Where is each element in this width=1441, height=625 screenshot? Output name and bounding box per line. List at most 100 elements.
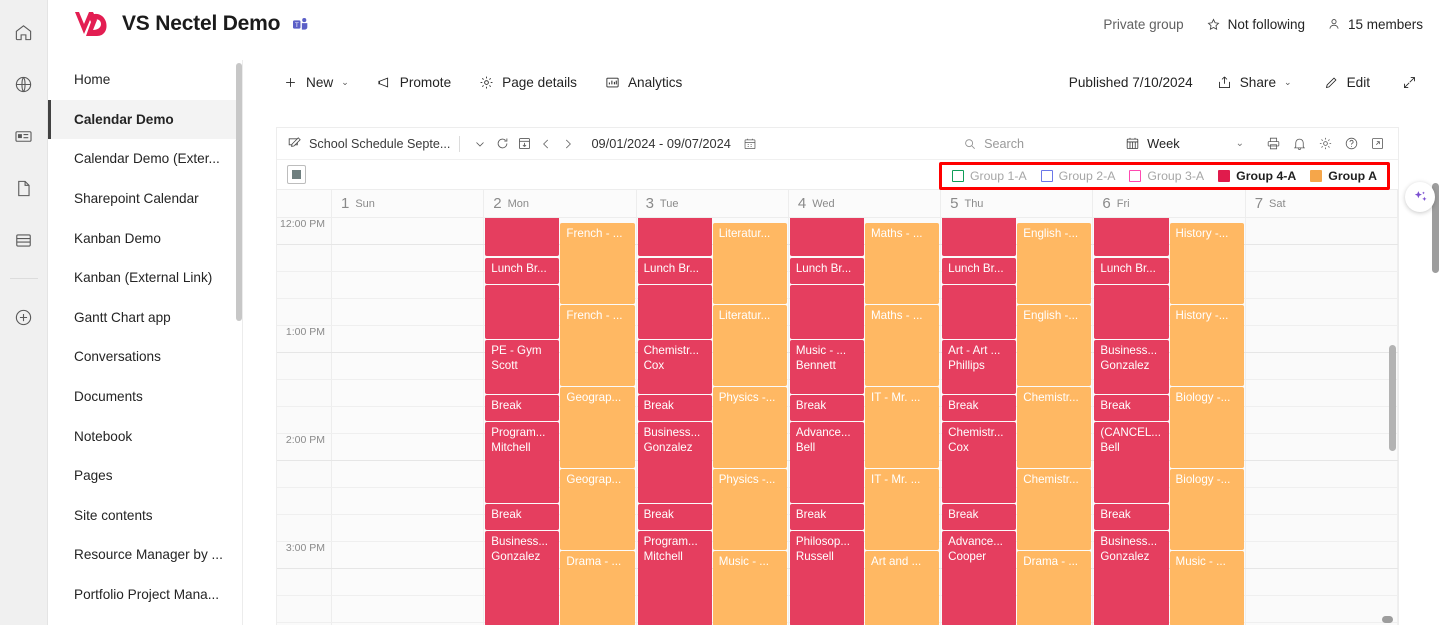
calendar-event[interactable]: Maths - ... <box>864 305 940 386</box>
sidebar-item-calendar-demo[interactable]: Calendar Demo <box>48 99 242 140</box>
calendar-event[interactable] <box>485 285 560 339</box>
time-slot[interactable] <box>332 245 485 271</box>
calendar-event[interactable]: Music - ... <box>712 551 787 625</box>
calendar-event[interactable]: PE - Gym Scott <box>485 340 560 394</box>
sidebar-item-kanban-demo[interactable]: Kanban Demo <box>48 218 242 258</box>
calendar-event[interactable]: English -... <box>1017 305 1092 386</box>
calendar-event[interactable]: Advance... Cooper <box>942 531 1017 625</box>
calendar-event[interactable]: Drama - ... <box>1017 551 1092 625</box>
legend-item-group-3-a[interactable]: Group 3-A <box>1129 169 1204 183</box>
calendar-event[interactable]: Break <box>485 504 560 530</box>
calendar-event[interactable]: French - ... <box>560 223 635 304</box>
calendar-event[interactable]: Break <box>1094 504 1169 530</box>
help-icon[interactable] <box>1340 133 1362 155</box>
time-slot[interactable] <box>1245 434 1398 460</box>
calendar-event[interactable]: Break <box>789 504 864 530</box>
legend-item-group-2-a[interactable]: Group 2-A <box>1040 169 1115 183</box>
today-icon[interactable] <box>513 133 535 155</box>
members-button[interactable]: 15 members <box>1327 17 1423 32</box>
calendar-icon[interactable] <box>739 133 761 155</box>
calendar-event[interactable]: IT - Mr. ... <box>864 387 940 468</box>
page-details-button[interactable]: Page details <box>471 70 585 95</box>
calendar-vertical-scrollbar-thumb[interactable] <box>1389 345 1396 451</box>
calendar-event[interactable]: Drama - ... <box>560 551 635 625</box>
day-header-thu[interactable]: 5 Thu <box>941 190 1094 217</box>
time-slot[interactable] <box>1245 407 1398 433</box>
calendar-event[interactable]: Business... Gonzalez <box>637 422 712 503</box>
gear-icon[interactable] <box>1314 133 1336 155</box>
calendar-event[interactable]: Geograp... <box>560 469 635 550</box>
day-header-sat[interactable]: 7 Sat <box>1246 190 1398 217</box>
chevron-down-icon[interactable] <box>469 133 491 155</box>
sidebar-item-calendar-demo-exter[interactable]: Calendar Demo (Exter... <box>48 139 242 179</box>
calendar-event[interactable]: French - ... <box>560 305 635 386</box>
calendar-event[interactable]: Business... Gonzalez <box>1094 531 1169 625</box>
bell-icon[interactable] <box>1288 133 1310 155</box>
calendar-horizontal-scrollbar[interactable] <box>276 616 1399 623</box>
home-icon[interactable] <box>8 16 40 48</box>
sidebar-item-kanban-external-link[interactable]: Kanban (External Link) <box>48 258 242 298</box>
calendar-event[interactable] <box>1094 285 1169 339</box>
time-slot[interactable] <box>332 542 485 568</box>
plus-circle-icon[interactable] <box>8 301 40 333</box>
calendar-event[interactable]: Biology -... <box>1169 387 1244 468</box>
time-slot[interactable] <box>1245 353 1398 379</box>
sidebar-item-gantt-chart-app[interactable]: Gantt Chart app <box>48 298 242 338</box>
time-slot[interactable] <box>1245 272 1398 298</box>
calendar-event[interactable]: History -... <box>1169 223 1244 304</box>
sidebar-scrollbar[interactable] <box>236 60 242 625</box>
calendar-event[interactable]: Music - ... <box>1169 551 1244 625</box>
calendar-event[interactable] <box>637 218 712 256</box>
calendar-event[interactable]: Physics -... <box>712 469 787 550</box>
time-slot[interactable] <box>1245 488 1398 514</box>
time-slot[interactable] <box>1245 542 1398 568</box>
sidebar-item-resource-manager-by[interactable]: Resource Manager by ... <box>48 535 242 575</box>
calendar-event[interactable]: Chemistr... Cox <box>637 340 712 394</box>
chevron-down-icon[interactable]: ⌄ <box>1284 77 1292 88</box>
copilot-button[interactable] <box>1405 182 1435 212</box>
calendar-event[interactable]: Break <box>485 395 560 421</box>
follow-button[interactable]: Not following <box>1206 17 1305 32</box>
time-slot[interactable] <box>1245 299 1398 325</box>
sidebar-item-site-contents[interactable]: Site contents <box>48 496 242 536</box>
calendar-event[interactable] <box>942 218 1017 256</box>
calendar-event[interactable]: Music - ... Bennett <box>789 340 864 394</box>
chevron-left-icon[interactable] <box>535 133 557 155</box>
calendar-event[interactable] <box>637 285 712 339</box>
calendar-event[interactable] <box>485 218 560 256</box>
calendar-vertical-scrollbar[interactable] <box>1389 218 1396 625</box>
list-icon[interactable] <box>8 224 40 256</box>
calendar-event[interactable]: Art - Art ... Phillips <box>942 340 1017 394</box>
time-slot[interactable] <box>332 569 485 595</box>
time-slot[interactable] <box>1245 461 1398 487</box>
document-icon[interactable] <box>8 172 40 204</box>
calendar-event[interactable]: Geograp... <box>560 387 635 468</box>
analytics-button[interactable]: Analytics <box>597 70 690 95</box>
view-selector[interactable]: Week <box>1125 136 1180 151</box>
print-icon[interactable] <box>1262 133 1284 155</box>
calendar-event[interactable]: Program... Mitchell <box>485 422 560 503</box>
news-icon[interactable] <box>8 120 40 152</box>
calendar-event[interactable]: Chemistr... <box>1017 469 1092 550</box>
time-slot[interactable] <box>332 515 485 541</box>
legend-item-group-1-a[interactable]: Group 1-A <box>951 169 1027 183</box>
calendar-event[interactable]: Biology -... <box>1169 469 1244 550</box>
chevron-down-icon[interactable]: ⌄ <box>341 77 349 88</box>
time-slot[interactable] <box>332 272 485 298</box>
calendar-event[interactable]: Break <box>942 395 1017 421</box>
search-input[interactable]: Search <box>963 137 1113 151</box>
calendar-event[interactable]: (CANCEL... Bell <box>1094 422 1169 503</box>
calendar-event[interactable]: Break <box>942 504 1017 530</box>
teams-icon[interactable]: T <box>292 17 309 32</box>
sidebar-item-home[interactable]: Home <box>48 60 242 100</box>
calendar-event[interactable]: Break <box>637 504 712 530</box>
day-header-mon[interactable]: 2 Mon <box>484 190 637 217</box>
color-square-icon[interactable] <box>287 165 306 184</box>
chevron-right-icon[interactable] <box>557 133 579 155</box>
sidebar-item-documents[interactable]: Documents <box>48 377 242 417</box>
legend-item-group-4-a[interactable]: Group 4-A <box>1218 169 1296 183</box>
time-slot[interactable] <box>332 461 485 487</box>
share-button[interactable]: Share ⌄ <box>1209 70 1300 95</box>
sidebar-item-portfolio-project-mana[interactable]: Portfolio Project Mana... <box>48 575 242 615</box>
calendar-event[interactable]: Business... Gonzalez <box>1094 340 1169 394</box>
